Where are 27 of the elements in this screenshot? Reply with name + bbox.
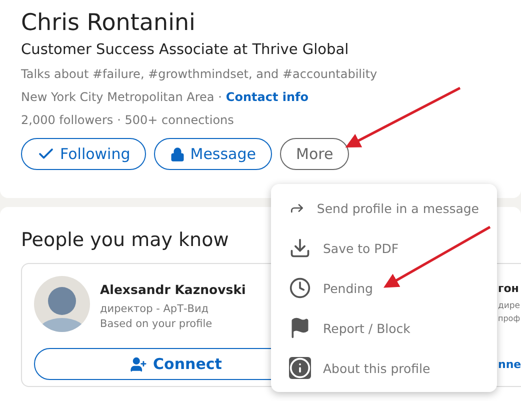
menu-item[interactable]: Save to PDF [271, 228, 497, 268]
lock-icon [170, 146, 186, 162]
person-name: Alexsandr Kaznovski [100, 282, 246, 297]
person-headline: директор - АрТ-Вид [100, 303, 210, 315]
add-person-icon [130, 356, 148, 372]
more-button[interactable]: More [280, 138, 350, 170]
clock-icon [289, 277, 311, 299]
menu-item[interactable]: Report / Block [271, 308, 497, 348]
person-headline: дире [498, 301, 520, 311]
section-title: People you may know [21, 229, 229, 251]
profile-headline: Customer Success Associate at Thrive Global [21, 42, 350, 58]
location-text: New York City Metropolitan Area · [21, 90, 222, 104]
profile-name: Chris Rontanini [21, 9, 196, 38]
menu-item[interactable]: Pending [271, 268, 497, 308]
person-name: гон [498, 282, 520, 295]
download-icon [289, 237, 311, 259]
menu-item[interactable]: Send profile in a message [271, 188, 497, 228]
following-button[interactable]: Following [21, 138, 146, 170]
suggestion-reason: Based on your profile [100, 318, 214, 330]
message-button[interactable]: Message [154, 138, 272, 170]
connections-count: · 500+ connections [117, 113, 234, 127]
contact-info-link[interactable]: Contact info [226, 90, 308, 104]
flag-icon [289, 317, 311, 339]
info-icon [289, 357, 311, 379]
followers-count: 2,000 followers [21, 113, 114, 127]
talks-about-text: Talks about #failure, #growthmindset, and #accountability [21, 67, 378, 81]
suggestion-reason: проф [498, 314, 520, 323]
